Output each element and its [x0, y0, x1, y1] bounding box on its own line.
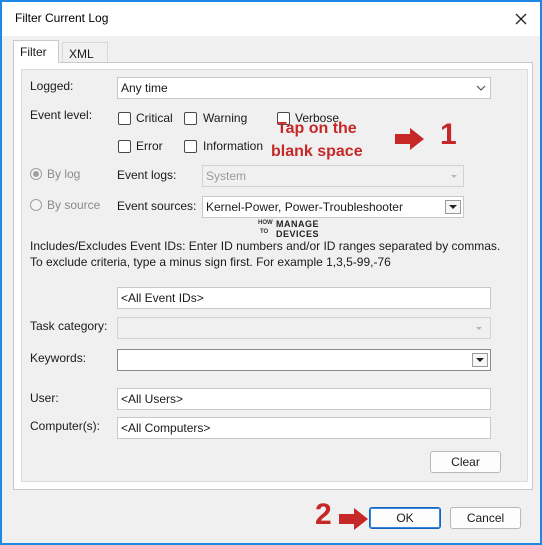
logged-select[interactable]: Any time [117, 77, 491, 99]
keywords-select[interactable] [117, 349, 491, 371]
callout-text-line2: blank space [271, 143, 363, 160]
step-number-1: 1 [440, 118, 457, 151]
clear-button[interactable]: Clear [430, 451, 501, 473]
keywords-dropdown-button[interactable] [472, 353, 488, 367]
task-category-select [117, 317, 491, 339]
event-ids-input[interactable]: <All Event IDs> [117, 287, 491, 309]
callout-text-line1: Tap on the [277, 120, 357, 137]
user-label: User: [30, 391, 59, 405]
warning-label: Warning [203, 111, 248, 125]
logo-to: TO [260, 229, 269, 235]
cancel-button[interactable]: Cancel [450, 507, 521, 529]
logo-manage: MANAGE [276, 219, 319, 229]
user-input[interactable]: <All Users> [117, 388, 491, 410]
dialog-window: Filter Current Log Filter XML Logged: An… [0, 0, 542, 545]
critical-checkbox[interactable] [118, 112, 131, 125]
event-logs-label: Event logs: [117, 168, 177, 182]
tab-filter[interactable]: Filter [13, 40, 59, 63]
by-log-label: By log [47, 167, 81, 181]
close-icon[interactable] [510, 8, 532, 30]
arrow-right-icon [338, 506, 370, 535]
by-source-label: By source [47, 198, 101, 212]
error-checkbox[interactable] [118, 140, 131, 153]
event-sources-value: Kernel-Power, Power-Troubleshooter [206, 200, 403, 214]
event-logs-field: System [202, 165, 464, 187]
tab-strip: Filter XML [2, 36, 540, 66]
task-category-label: Task category: [30, 319, 108, 333]
step-number-2: 2 [315, 498, 332, 531]
keywords-label: Keywords: [30, 351, 87, 365]
logged-label: Logged: [30, 79, 74, 93]
window-title: Filter Current Log [15, 11, 109, 25]
arrow-right-icon [394, 126, 426, 155]
logo-how: HOW [258, 220, 273, 226]
chevron-down-icon [449, 166, 459, 186]
warning-checkbox[interactable] [184, 112, 197, 125]
event-sources-label: Event sources: [117, 199, 197, 213]
information-label: Information [203, 139, 264, 153]
logged-value: Any time [121, 81, 168, 95]
by-source-radio[interactable] [30, 199, 42, 211]
chevron-down-icon [476, 78, 486, 98]
chevron-down-icon [474, 318, 484, 338]
event-ids-value: <All Event IDs> [121, 291, 204, 305]
computer-label: Computer(s): [30, 419, 101, 433]
event-sources-field[interactable]: Kernel-Power, Power-Troubleshooter [202, 196, 464, 218]
ok-button[interactable]: OK [369, 507, 441, 529]
event-sources-dropdown-button[interactable] [445, 200, 461, 214]
critical-label: Critical [136, 111, 173, 125]
event-ids-description: Includes/Excludes Event IDs: Enter ID nu… [30, 239, 501, 269]
computer-input[interactable]: <All Computers> [117, 417, 491, 439]
event-level-label: Event level: [30, 108, 93, 122]
title-bar: Filter Current Log [2, 2, 540, 36]
computer-value: <All Computers> [121, 421, 211, 435]
event-logs-value: System [206, 169, 247, 183]
error-label: Error [136, 139, 163, 153]
information-checkbox[interactable] [184, 140, 197, 153]
by-log-radio[interactable] [30, 168, 42, 180]
user-value: <All Users> [121, 392, 184, 406]
